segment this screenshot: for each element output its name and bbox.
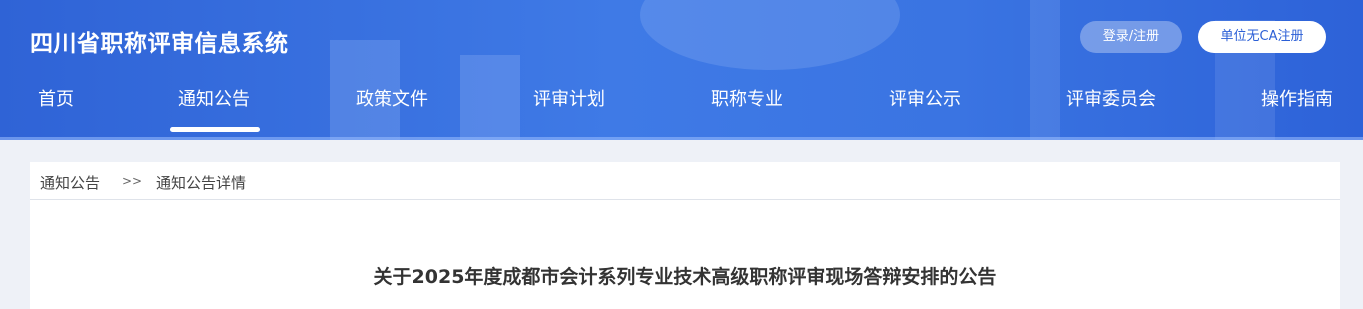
article-panel: 关于2025年度成都市会计系列专业技术高级职称评审现场答辩安排的公告 [30, 200, 1340, 309]
login-register-button[interactable]: 登录/注册 [1080, 21, 1182, 53]
site-header: 四川省职称评审信息系统 登录/注册 单位无CA注册 首页 通知公告 政策文件 评… [0, 0, 1363, 140]
active-nav-indicator [170, 127, 260, 132]
nav-item-notices[interactable]: 通知公告 [178, 85, 250, 111]
article-title: 关于2025年度成都市会计系列专业技术高级职称评审现场答辩安排的公告 [373, 266, 997, 288]
nav-item-home[interactable]: 首页 [38, 85, 74, 111]
nav-item-policy-documents[interactable]: 政策文件 [356, 85, 428, 111]
nav-item-operation-guide[interactable]: 操作指南 [1261, 85, 1333, 111]
nav-item-review-plan[interactable]: 评审计划 [533, 85, 605, 111]
nav-item-title-specialty[interactable]: 职称专业 [711, 85, 783, 111]
nav-item-review-committee[interactable]: 评审委员会 [1066, 85, 1156, 111]
background-building-decoration [460, 55, 520, 140]
breadcrumb-separator: >> [122, 174, 143, 188]
site-title: 四川省职称评审信息系统 [30, 31, 289, 57]
breadcrumb-item-current: 通知公告详情 [156, 174, 247, 192]
header-bottom-line [0, 137, 1363, 140]
background-building-decoration [1030, 0, 1060, 140]
breadcrumb-item-notices[interactable]: 通知公告 [40, 172, 100, 193]
background-cloud-decoration [640, 0, 900, 70]
nav-item-review-publicity[interactable]: 评审公示 [889, 85, 961, 111]
breadcrumb: 通知公告 >> 通知公告详情 [30, 162, 1340, 200]
unit-no-ca-register-button[interactable]: 单位无CA注册 [1198, 21, 1326, 53]
